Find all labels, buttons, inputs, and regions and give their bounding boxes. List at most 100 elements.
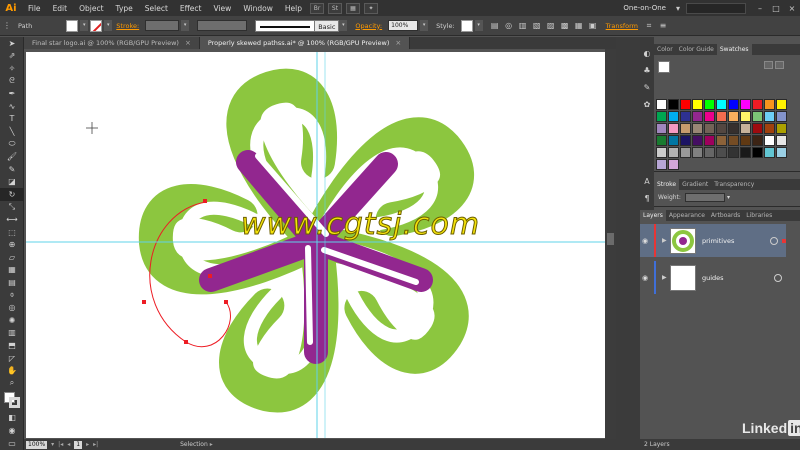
swatch[interactable] (740, 147, 751, 158)
opacity-panel-link[interactable]: Opacity: (355, 22, 382, 30)
bridge-button[interactable]: Br (310, 2, 324, 14)
graphic-style-swatch[interactable] (460, 19, 473, 32)
swatch[interactable] (764, 135, 775, 146)
blend-tool-icon[interactable]: ◎ (0, 301, 24, 314)
rotate-tool-icon[interactable]: ↻ (0, 188, 24, 201)
tab-color-guide[interactable]: Color Guide (676, 44, 717, 55)
swatches-panel-icon[interactable]: ♣ (640, 62, 654, 79)
brush-definition-preview[interactable] (255, 19, 316, 32)
close-icon[interactable]: × (185, 37, 191, 49)
document-setup-icon[interactable]: ▤ (489, 20, 501, 32)
swatch[interactable] (752, 99, 763, 110)
brush-definition-label[interactable]: Basic (315, 19, 340, 32)
swatch[interactable] (752, 147, 763, 158)
shaper-tool-icon[interactable]: ✎ (0, 163, 24, 176)
layer-name[interactable]: guides (702, 274, 774, 282)
isolate-icon[interactable]: ▣ (587, 20, 599, 32)
status-menu-icon[interactable]: ▸ (210, 441, 213, 448)
search-input[interactable] (686, 2, 746, 14)
menu-window[interactable]: Window (237, 4, 279, 13)
swatch[interactable] (728, 135, 739, 146)
star-knot-artwork[interactable] (26, 52, 613, 438)
draw-mode-icon[interactable]: ◉ (0, 424, 24, 437)
swatch[interactable] (704, 99, 715, 110)
swatch[interactable] (752, 135, 763, 146)
layer-row-primitives[interactable]: ◉ ▶ primitives (640, 224, 786, 257)
close-icon[interactable]: × (784, 4, 800, 13)
distribute-icon[interactable]: ▧ (531, 20, 543, 32)
menu-view[interactable]: View (208, 4, 238, 13)
swatch[interactable] (680, 111, 691, 122)
color-mode-icon[interactable]: ◧ (0, 412, 24, 425)
hand-tool-icon[interactable]: ✋ (0, 364, 24, 377)
swatch[interactable] (692, 147, 703, 158)
stock-button[interactable]: St (328, 2, 342, 14)
swatch[interactable] (716, 123, 727, 134)
swatch[interactable] (776, 111, 787, 122)
swatch[interactable] (764, 111, 775, 122)
swatch[interactable] (716, 147, 727, 158)
align-to-icon[interactable]: ▨ (545, 20, 557, 32)
swatch[interactable] (740, 135, 751, 146)
pen-tool-icon[interactable]: ✒ (0, 87, 24, 100)
arrange-documents-button[interactable]: ▦ (346, 2, 360, 14)
fill-swatch-preview[interactable] (658, 61, 670, 73)
menu-help[interactable]: Help (279, 4, 308, 13)
swatch[interactable] (668, 159, 679, 170)
swatch[interactable] (680, 135, 691, 146)
stroke-swatch[interactable] (90, 19, 103, 32)
eraser-tool-icon[interactable]: ◪ (0, 176, 24, 189)
tab-color[interactable]: Color (654, 44, 676, 55)
shape-builder-tool-icon[interactable]: ⊕ (0, 239, 24, 252)
layer-name[interactable]: primitives (702, 237, 770, 245)
symbols-panel-icon[interactable]: ✿ (640, 96, 654, 113)
recolor-artwork-icon[interactable]: ◎ (503, 20, 515, 32)
artboard-tool-icon[interactable]: ⬒ (0, 339, 24, 352)
stroke-box[interactable] (9, 396, 20, 408)
swatch[interactable] (692, 111, 703, 122)
stroke-panel-link[interactable]: Stroke: (116, 22, 139, 30)
weight-field[interactable] (684, 193, 725, 202)
swatch[interactable] (752, 111, 763, 122)
minimize-icon[interactable]: – (752, 4, 768, 13)
swatch[interactable] (668, 123, 679, 134)
last-artboard-icon[interactable]: ▸| (93, 441, 98, 448)
lasso-tool-icon[interactable]: ᘓ (0, 75, 24, 88)
swatch[interactable] (716, 99, 727, 110)
line-tool-icon[interactable]: ╲ (0, 125, 24, 138)
graphic-style-dropdown[interactable]: ▾ (474, 20, 483, 31)
panel-menu-icon[interactable]: ≡ (657, 20, 669, 32)
direct-selection-tool-icon[interactable]: ⇗ (0, 50, 24, 63)
swatch[interactable] (668, 99, 679, 110)
swatch[interactable] (692, 123, 703, 134)
swatch[interactable] (656, 159, 667, 170)
expand-triangle-icon[interactable]: ▶ (662, 237, 670, 244)
tab-artboards[interactable]: Artboards (708, 210, 743, 221)
paintbrush-tool-icon[interactable]: 🖌 (0, 150, 24, 163)
swatch[interactable] (656, 135, 667, 146)
swatch[interactable] (704, 147, 715, 158)
chevron-down-icon[interactable]: ▾ (727, 194, 730, 201)
stroke-weight-field[interactable] (145, 20, 180, 31)
curvature-tool-icon[interactable]: ∿ (0, 100, 24, 113)
tab-transparency[interactable]: Transparency (711, 179, 757, 190)
swatch[interactable] (680, 123, 691, 134)
swatch[interactable] (728, 99, 739, 110)
swatch[interactable] (680, 147, 691, 158)
eyedropper-tool-icon[interactable]: ⌽ (0, 289, 24, 302)
swatch[interactable] (776, 99, 787, 110)
swatch[interactable] (668, 135, 679, 146)
thumbnail-view-button[interactable] (775, 61, 784, 69)
fill-stroke-widget[interactable] (0, 390, 24, 412)
swatch[interactable] (776, 123, 787, 134)
swatch[interactable] (656, 99, 667, 110)
swatch[interactable] (704, 123, 715, 134)
swatch[interactable] (716, 135, 727, 146)
close-icon[interactable]: × (395, 37, 401, 49)
opacity-field[interactable]: 100% (388, 20, 419, 31)
menu-effect[interactable]: Effect (174, 4, 208, 13)
gpu-icon[interactable]: ✦ (364, 2, 378, 14)
chevron-down-icon[interactable]: ▾ (670, 4, 686, 13)
swatch[interactable] (776, 135, 787, 146)
color-panel-icon[interactable]: ◐ (640, 45, 654, 62)
